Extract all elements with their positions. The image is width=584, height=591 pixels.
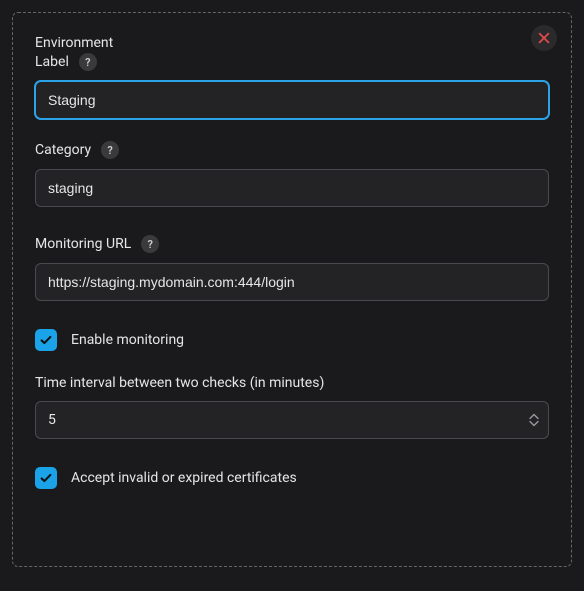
label-input[interactable] xyxy=(35,81,549,119)
enable-monitoring-label: Enable monitoring xyxy=(71,332,184,348)
close-button[interactable] xyxy=(531,25,557,51)
field-interval-block: Time interval between two checks (in min… xyxy=(35,375,549,439)
enable-monitoring-checkbox[interactable] xyxy=(35,329,57,351)
interval-stepper[interactable]: 5 xyxy=(35,401,549,439)
accept-invalid-cert-checkbox[interactable] xyxy=(35,467,57,489)
interval-field-label: Time interval between two checks (in min… xyxy=(35,375,324,391)
check-icon xyxy=(39,333,53,347)
category-input[interactable] xyxy=(35,169,549,207)
help-icon[interactable]: ? xyxy=(141,235,159,253)
monitoring-url-input[interactable] xyxy=(35,263,549,301)
monitoring-url-field-label: Monitoring URL xyxy=(35,236,131,252)
close-icon xyxy=(537,31,551,45)
check-icon xyxy=(39,471,53,485)
accept-invalid-cert-label: Accept invalid or expired certificates xyxy=(71,470,297,486)
category-field-label: Category xyxy=(35,142,91,158)
help-icon[interactable]: ? xyxy=(101,141,119,159)
accept-invalid-cert-row: Accept invalid or expired certificates xyxy=(35,467,549,489)
field-category-block: Category ? xyxy=(35,141,549,207)
label-field-label: Label xyxy=(35,54,69,70)
panel-title: Environment xyxy=(35,35,549,51)
environment-panel: Environment Label ? Category ? Monitorin… xyxy=(12,12,572,567)
field-label-block: Label ? xyxy=(35,53,549,119)
field-monitoring-url-block: Monitoring URL ? xyxy=(35,235,549,301)
interval-value: 5 xyxy=(48,412,56,428)
help-icon[interactable]: ? xyxy=(79,53,97,71)
enable-monitoring-row: Enable monitoring xyxy=(35,329,549,351)
